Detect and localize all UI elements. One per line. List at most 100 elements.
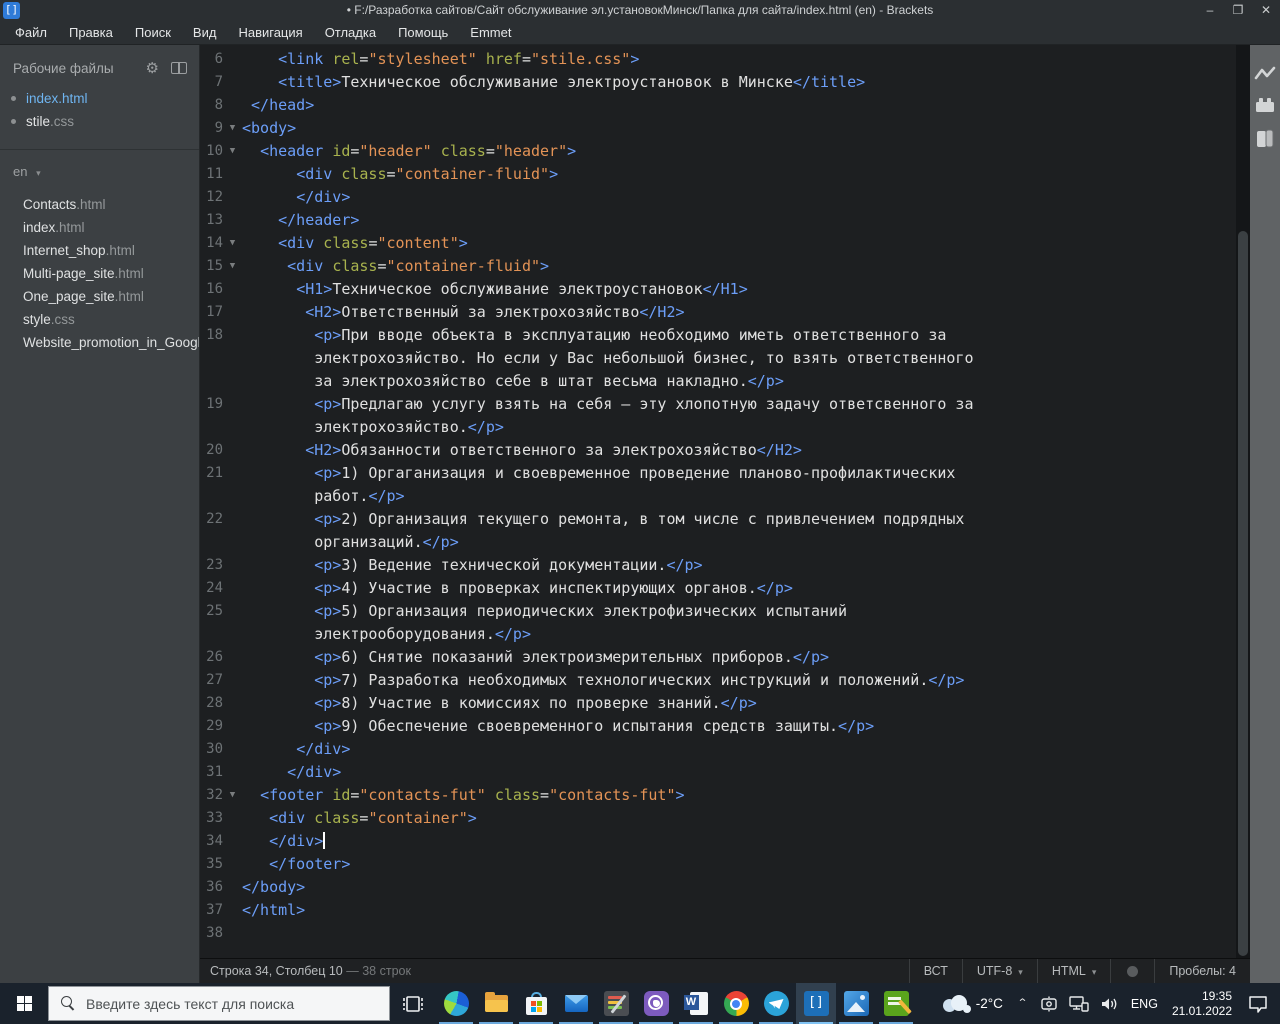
project-file-item[interactable]: index.html xyxy=(0,216,199,239)
windows-logo-icon xyxy=(16,996,32,1011)
code-line: 18 <p>При вводе объекта в эксплуатацию н… xyxy=(200,324,1236,347)
start-button[interactable] xyxy=(0,983,48,1024)
project-file-item[interactable]: Contacts.html xyxy=(0,193,199,216)
code-line: 21 <p>1) Оргаганизация и своевременное п… xyxy=(200,462,1236,485)
line-number: 22 xyxy=(206,511,223,527)
taskbar-app-photos[interactable] xyxy=(836,983,876,1024)
project-file-item[interactable]: style.css xyxy=(0,308,199,331)
line-number xyxy=(200,416,223,439)
fold-arrow-icon xyxy=(223,669,242,692)
line-number: 15 xyxy=(206,258,223,274)
menu-item-поиск[interactable]: Поиск xyxy=(124,21,182,45)
taskbar-app-chrome[interactable] xyxy=(716,983,756,1024)
project-file-item[interactable]: Internet_shop.html xyxy=(0,239,199,262)
fold-arrow-icon[interactable]: ▼ xyxy=(223,232,242,255)
fold-arrow-icon[interactable]: ▼ xyxy=(223,255,242,278)
live-preview-icon[interactable] xyxy=(1254,65,1276,81)
chrome-icon xyxy=(723,991,749,1016)
menu-item-отладка[interactable]: Отладка xyxy=(314,21,387,45)
close-button[interactable]: ✕ xyxy=(1252,0,1280,21)
task-view-button[interactable] xyxy=(390,983,436,1024)
taskbar-app-edge[interactable] xyxy=(436,983,476,1024)
tray-expand-icon[interactable]: ⌃ xyxy=(1017,996,1028,1009)
maximize-button[interactable]: ❐ xyxy=(1224,0,1252,21)
line-number: 26 xyxy=(206,649,223,665)
working-file-item[interactable]: stile .css xyxy=(0,110,199,133)
fold-arrow-icon xyxy=(223,646,242,669)
indent-setting[interactable]: Пробелы: 4 xyxy=(1154,958,1250,984)
taskbar-app-viber[interactable] xyxy=(636,983,676,1024)
fold-arrow-icon[interactable]: ▼ xyxy=(223,117,242,140)
fold-arrow-icon xyxy=(223,623,242,646)
status-bar: Строка 34, Столбец 10 — 38 строк ВСТ UTF… xyxy=(200,958,1250,984)
taskbar-app-explorer[interactable] xyxy=(476,983,516,1024)
taskbar-app-faststone[interactable] xyxy=(596,983,636,1024)
volume-icon[interactable] xyxy=(1100,996,1120,1012)
snippets-panel-icon[interactable] xyxy=(1254,129,1276,149)
line-number: 34 xyxy=(206,833,223,849)
taskbar-search[interactable] xyxy=(48,986,390,1021)
fold-arrow-icon[interactable]: ▼ xyxy=(223,140,242,163)
weather-icon[interactable] xyxy=(940,994,970,1013)
project-file-item[interactable]: Website_promotion_in_Google.h xyxy=(0,331,199,354)
line-number xyxy=(200,531,223,554)
code-area[interactable]: 6 <link rel="stylesheet" href="stile.css… xyxy=(200,45,1236,958)
taskbar-app-word[interactable]: W xyxy=(676,983,716,1024)
meet-now-icon[interactable] xyxy=(1040,996,1058,1012)
clock[interactable]: 19:35 21.01.2022 xyxy=(1172,989,1232,1019)
menu-item-навигация[interactable]: Навигация xyxy=(227,21,313,45)
taskbar-app-store[interactable] xyxy=(516,983,556,1024)
taskbar-app-brackets[interactable]: [] xyxy=(796,983,836,1024)
minimize-button[interactable]: – xyxy=(1196,0,1224,21)
menu-item-вид[interactable]: Вид xyxy=(182,21,228,45)
fold-arrow-icon[interactable]: ▼ xyxy=(223,784,242,807)
fold-arrow-icon xyxy=(223,71,242,94)
sidebar: Рабочие файлы ⚙ index .html stile .css en ▾… xyxy=(0,45,200,983)
menu-item-правка[interactable]: Правка xyxy=(58,21,124,45)
weather-temperature[interactable]: -2°C xyxy=(976,996,1003,1011)
working-file-item[interactable]: index .html xyxy=(0,87,199,110)
fold-arrow-icon xyxy=(223,922,242,945)
lint-status-icon[interactable] xyxy=(1127,965,1139,977)
viber-icon xyxy=(643,991,669,1016)
menu-item-помощь[interactable]: Помощь xyxy=(387,21,459,45)
fold-arrow-icon xyxy=(223,692,242,715)
code-line: 22 <p>2) Организация текущего ремонта, в… xyxy=(200,508,1236,531)
fold-arrow-icon xyxy=(223,370,242,393)
taskbar-app-mail[interactable] xyxy=(556,983,596,1024)
fold-arrow-icon xyxy=(223,163,242,186)
taskbar-app-telegram[interactable] xyxy=(756,983,796,1024)
project-file-item[interactable]: One_page_site.html xyxy=(0,285,199,308)
language-indicator[interactable]: ENG xyxy=(1131,997,1158,1011)
action-center-icon[interactable] xyxy=(1248,995,1268,1013)
code-line: 13 </header> xyxy=(200,209,1236,232)
extension-manager-icon[interactable] xyxy=(1254,97,1276,113)
line-number: 33 xyxy=(206,810,223,826)
network-icon[interactable] xyxy=(1069,995,1089,1012)
gear-icon[interactable]: ⚙ xyxy=(146,59,159,77)
language-selector[interactable]: HTML ▾ xyxy=(1036,958,1111,984)
menu-item-emmet[interactable]: Emmet xyxy=(459,21,522,45)
editor[interactable]: 6 <link rel="stylesheet" href="stile.css… xyxy=(200,45,1250,984)
line-number: 29 xyxy=(206,718,223,734)
overwrite-indicator[interactable]: ВСТ xyxy=(908,958,962,984)
encoding-selector[interactable]: UTF-8 ▾ xyxy=(961,958,1037,984)
line-number: 37 xyxy=(206,902,223,918)
fold-arrow-icon xyxy=(223,853,242,876)
project-dropdown[interactable]: en ▾ xyxy=(0,150,199,185)
code-line: 10 ▼ <header id="header" class="header"> xyxy=(200,140,1236,163)
line-number: 36 xyxy=(206,879,223,895)
title-bar[interactable]: [] • F:/Разработка сайтов/Сайт обслужива… xyxy=(0,0,1280,21)
brackets-icon: [] xyxy=(803,991,829,1016)
chevron-down-icon: ▾ xyxy=(1018,966,1023,977)
scrollbar-thumb[interactable] xyxy=(1238,231,1248,956)
search-input[interactable] xyxy=(86,995,366,1012)
scrollbar-track[interactable] xyxy=(1236,45,1250,958)
project-file-item[interactable]: Multi-page_site.html xyxy=(0,262,199,285)
taskbar-app-green-editor[interactable] xyxy=(876,983,916,1024)
edge-icon xyxy=(443,991,469,1016)
split-view-icon[interactable] xyxy=(171,62,187,74)
menu-item-файл[interactable]: Файл xyxy=(4,21,58,45)
file-dot-icon xyxy=(11,119,16,124)
fold-arrow-icon xyxy=(223,301,242,324)
